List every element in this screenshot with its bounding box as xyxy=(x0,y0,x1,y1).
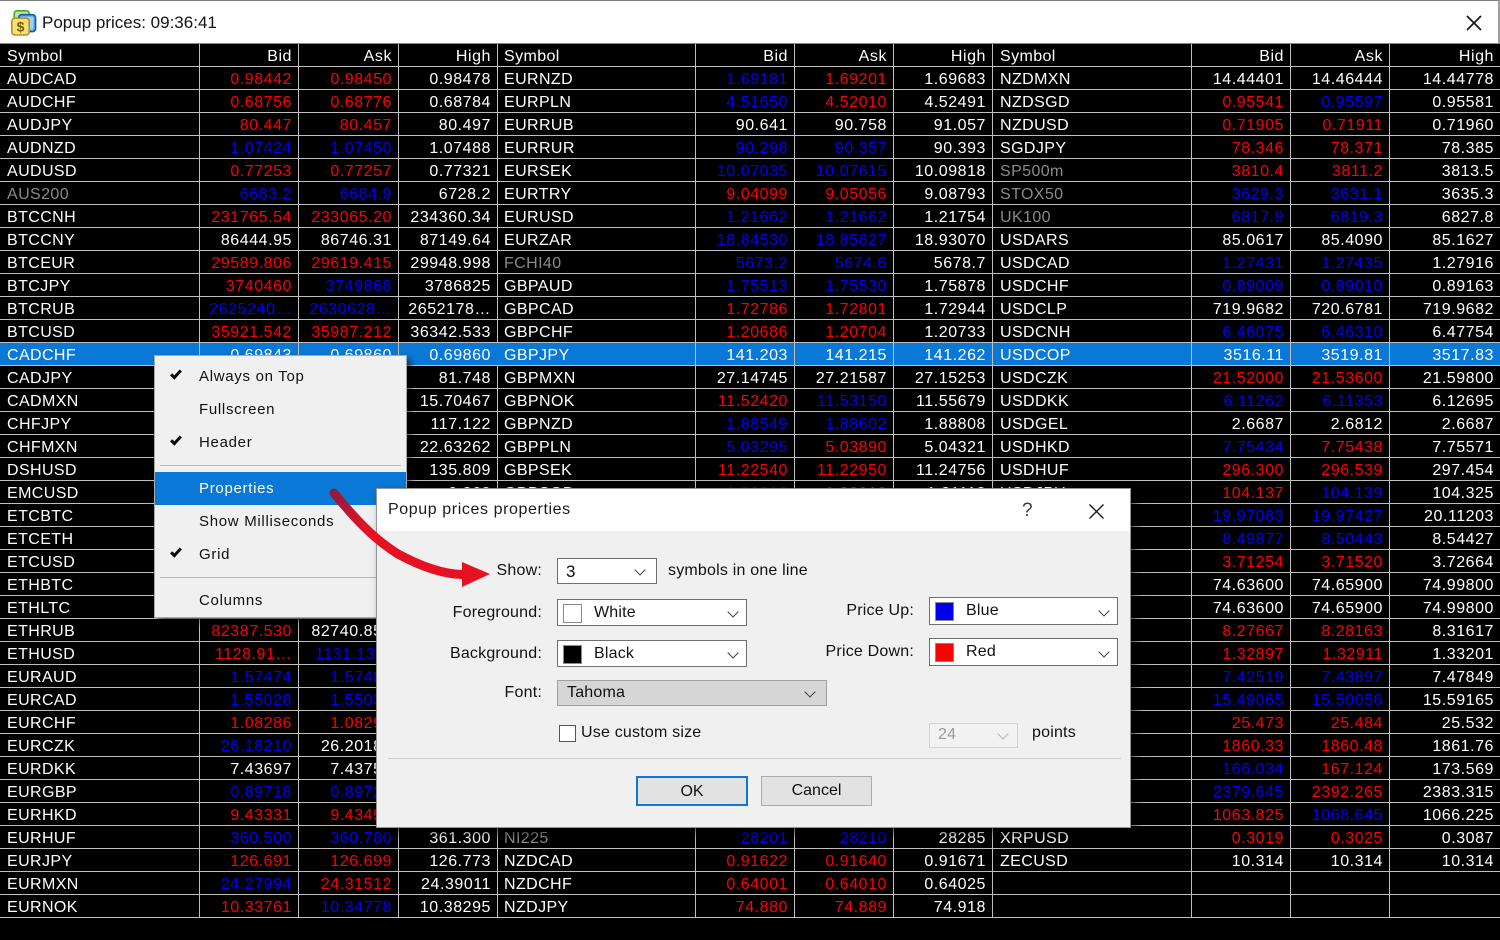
svg-text:$: $ xyxy=(17,18,25,34)
